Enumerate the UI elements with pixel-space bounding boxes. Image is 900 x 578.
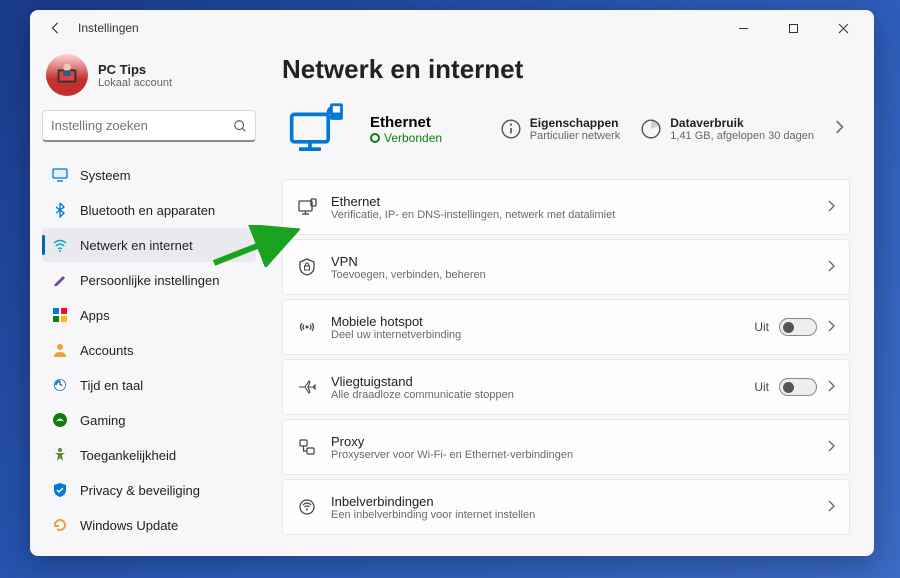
sidebar-item-label: Bluetooth en apparaten <box>80 203 215 218</box>
hero-properties[interactable]: EigenschappenParticulier netwerk <box>500 116 620 142</box>
system-icon <box>52 167 68 183</box>
sidebar-item-time[interactable]: Tijd en taal <box>42 368 256 402</box>
accessibility-icon <box>52 447 68 463</box>
card-proxy[interactable]: ProxyProxyserver voor Wi-Fi- en Ethernet… <box>282 419 850 475</box>
card-title: Proxy <box>331 434 813 449</box>
dialup-icon <box>297 497 317 517</box>
profile-name: PC Tips <box>98 62 172 77</box>
card-sub: Deel uw internetverbinding <box>331 329 740 341</box>
card-hotspot[interactable]: Mobiele hotspotDeel uw internetverbindin… <box>282 299 850 355</box>
time-icon <box>52 377 68 393</box>
card-sub: Toevoegen, verbinden, beheren <box>331 269 813 281</box>
chevron-right-icon <box>827 320 835 335</box>
chevron-right-icon <box>827 200 835 215</box>
close-button[interactable] <box>822 14 864 42</box>
sidebar-item-privacy[interactable]: Privacy & beveiliging <box>42 473 256 507</box>
sidebar-item-label: Persoonlijke instellingen <box>80 273 219 288</box>
card-dialup[interactable]: InbelverbindingenEen inbelverbinding voo… <box>282 479 850 535</box>
card-airplane[interactable]: VliegtuigstandAlle draadloze communicati… <box>282 359 850 415</box>
chevron-right-icon <box>827 500 835 515</box>
toggle-switch[interactable] <box>779 378 817 396</box>
data-icon <box>640 118 662 140</box>
profile-sub: Lokaal account <box>98 77 172 89</box>
card-title: Inbelverbindingen <box>331 494 813 509</box>
sidebar-item-label: Systeem <box>80 168 131 183</box>
card-title: Mobiele hotspot <box>331 314 740 329</box>
sidebar-item-label: Gaming <box>80 413 126 428</box>
titlebar: Instellingen <box>30 10 874 46</box>
sidebar-item-personalization[interactable]: Persoonlijke instellingen <box>42 263 256 297</box>
data-label: Dataverbruik <box>670 116 814 130</box>
sidebar-item-label: Netwerk en internet <box>80 238 193 253</box>
sidebar-item-accessibility[interactable]: Toegankelijkheid <box>42 438 256 472</box>
toggle-label: Uit <box>754 320 769 334</box>
avatar <box>46 54 88 96</box>
card-title: VPN <box>331 254 813 269</box>
sidebar-item-update[interactable]: Windows Update <box>42 508 256 542</box>
chevron-right-icon <box>827 260 835 275</box>
card-vpn[interactable]: VPNToevoegen, verbinden, beheren <box>282 239 850 295</box>
chevron-right-icon <box>827 380 835 395</box>
chevron-right-icon[interactable] <box>834 120 844 139</box>
info-icon <box>500 118 522 140</box>
minimize-button[interactable] <box>722 14 764 42</box>
sidebar-item-accounts[interactable]: Accounts <box>42 333 256 367</box>
hotspot-icon <box>297 317 317 337</box>
window-title: Instellingen <box>78 21 139 35</box>
settings-cards: EthernetVerificatie, IP- en DNS-instelli… <box>282 179 850 535</box>
sidebar: PC Tips Lokaal account Systeem Bluetooth… <box>30 46 268 556</box>
hero-name: Ethernet <box>370 114 442 131</box>
main: Netwerk en internet Ethernet Verbonden E… <box>268 46 874 556</box>
update-icon <box>52 517 68 533</box>
ethernet-icon <box>297 197 317 217</box>
profile[interactable]: PC Tips Lokaal account <box>42 46 256 110</box>
search-box[interactable] <box>42 110 256 142</box>
settings-window: Instellingen PC Tips Lokaal account <box>30 10 874 556</box>
ethernet-hero-icon <box>288 101 352 157</box>
proxy-icon <box>297 437 317 457</box>
sidebar-item-gaming[interactable]: Gaming <box>42 403 256 437</box>
search-input[interactable] <box>51 118 233 133</box>
card-sub: Verificatie, IP- en DNS-instellingen, ne… <box>331 209 813 221</box>
personalization-icon <box>52 272 68 288</box>
hero-status: Verbonden <box>370 131 442 145</box>
shield-icon <box>52 482 68 498</box>
search-icon <box>233 119 247 133</box>
network-icon <box>52 237 68 253</box>
airplane-icon <box>297 377 317 397</box>
apps-icon <box>52 307 68 323</box>
sidebar-item-label: Tijd en taal <box>80 378 143 393</box>
sidebar-item-system[interactable]: Systeem <box>42 158 256 192</box>
gaming-icon <box>52 412 68 428</box>
accounts-icon <box>52 342 68 358</box>
card-title: Vliegtuigstand <box>331 374 740 389</box>
hero-datausage[interactable]: Dataverbruik1,41 GB, afgelopen 30 dagen <box>640 116 814 142</box>
props-sub: Particulier netwerk <box>530 130 620 142</box>
sidebar-item-label: Apps <box>80 308 110 323</box>
chevron-right-icon <box>827 440 835 455</box>
card-sub: Een inbelverbinding voor internet instel… <box>331 509 813 521</box>
sidebar-item-network[interactable]: Netwerk en internet <box>42 228 256 262</box>
card-title: Ethernet <box>331 194 813 209</box>
sidebar-item-bluetooth[interactable]: Bluetooth en apparaten <box>42 193 256 227</box>
card-sub: Proxyserver voor Wi-Fi- en Ethernet-verb… <box>331 449 813 461</box>
bluetooth-icon <box>52 202 68 218</box>
network-hero: Ethernet Verbonden EigenschappenParticul… <box>282 97 850 161</box>
data-sub: 1,41 GB, afgelopen 30 dagen <box>670 130 814 142</box>
sidebar-item-label: Accounts <box>80 343 133 358</box>
sidebar-item-label: Privacy & beveiliging <box>80 483 200 498</box>
sidebar-item-apps[interactable]: Apps <box>42 298 256 332</box>
sidebar-item-label: Windows Update <box>80 518 178 533</box>
toggle-switch[interactable] <box>779 318 817 336</box>
page-title: Netwerk en internet <box>282 54 850 85</box>
vpn-icon <box>297 257 317 277</box>
toggle-label: Uit <box>754 380 769 394</box>
nav: Systeem Bluetooth en apparaten Netwerk e… <box>42 158 256 542</box>
props-label: Eigenschappen <box>530 116 620 130</box>
card-sub: Alle draadloze communicatie stoppen <box>331 389 740 401</box>
back-button[interactable] <box>40 12 72 44</box>
sidebar-item-label: Toegankelijkheid <box>80 448 176 463</box>
card-ethernet[interactable]: EthernetVerificatie, IP- en DNS-instelli… <box>282 179 850 235</box>
maximize-button[interactable] <box>772 14 814 42</box>
